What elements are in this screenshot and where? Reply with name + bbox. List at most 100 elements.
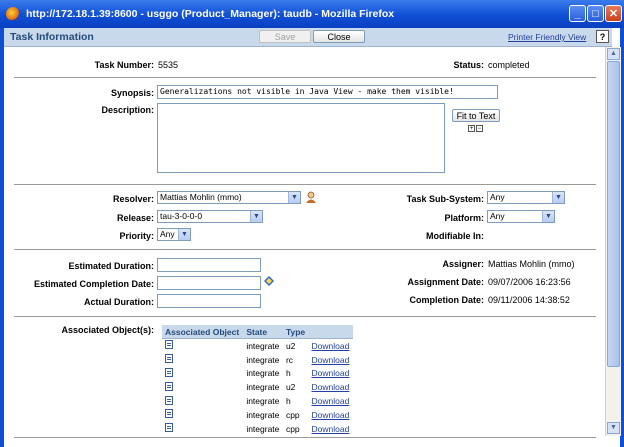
associated-objects-label: Associated Object(s): — [61, 325, 154, 335]
state-cell: integrate — [246, 423, 280, 434]
expand-icon[interactable]: + — [468, 125, 475, 132]
divider — [14, 437, 596, 438]
download-link[interactable]: Download — [312, 424, 350, 434]
type-cell: cpp — [285, 409, 300, 420]
completion-date-value: 09/11/2006 14:38:52 — [488, 295, 570, 305]
resolver-value: Mattias Mohlin (mmo) — [160, 192, 242, 202]
column-header — [308, 325, 353, 339]
fit-to-text-button[interactable]: Fit to Text — [452, 109, 500, 122]
assignment-date-label: Assignment Date: — [407, 277, 484, 287]
download-link[interactable]: Download — [312, 368, 350, 378]
task-header: Task Information Save Close Printer Frie… — [4, 28, 612, 47]
platform-select[interactable]: Any ▼ — [487, 210, 555, 223]
synopsis-input[interactable]: Generalizations not visible in Java View… — [157, 85, 498, 99]
release-value: tau-3-0-0-0 — [160, 211, 203, 221]
download-link[interactable]: Download — [312, 382, 350, 392]
download-link[interactable]: Download — [312, 410, 350, 420]
chevron-down-icon: ▼ — [288, 192, 300, 203]
table-row: integrate u2 Download — [162, 380, 353, 394]
calendar-icon[interactable] — [264, 276, 274, 286]
close-window-button[interactable]: ✕ — [605, 5, 622, 22]
save-button[interactable]: Save — [259, 30, 311, 43]
firefox-icon — [6, 7, 20, 21]
type-cell: u2 — [285, 382, 296, 393]
document-icon[interactable] — [165, 395, 173, 405]
state-cell: integrate — [246, 354, 280, 365]
chevron-down-icon: ▼ — [250, 211, 262, 222]
chevron-down-icon: ▼ — [542, 211, 554, 222]
table-row: integrate cpp Download — [162, 408, 353, 422]
scrollbar-thumb[interactable] — [607, 61, 620, 367]
maximize-button[interactable]: □ — [587, 5, 604, 22]
subsystem-select[interactable]: Any ▼ — [487, 191, 565, 204]
assigner-label: Assigner: — [442, 259, 484, 269]
document-icon[interactable] — [165, 409, 173, 419]
estimated-duration-label: Estimated Duration: — [68, 261, 154, 271]
column-header: Associated Object — [162, 325, 244, 339]
task-number-label: Task Number: — [94, 60, 154, 70]
column-header: Type — [282, 325, 309, 339]
description-label: Description: — [101, 105, 154, 115]
type-cell: h — [285, 368, 291, 379]
collapse-icon[interactable]: − — [476, 125, 483, 132]
completion-date-label: Completion Date: — [409, 295, 484, 305]
estimated-completion-input[interactable] — [157, 276, 261, 290]
download-link[interactable]: Download — [312, 341, 350, 351]
platform-value: Any — [490, 211, 505, 221]
table-row: integrate h Download — [162, 367, 353, 381]
description-textarea[interactable] — [157, 103, 445, 173]
document-icon[interactable] — [165, 381, 173, 391]
estimated-completion-label: Estimated Completion Date: — [33, 279, 154, 289]
task-form: Task Number: 5535 Status: completed Syno… — [4, 47, 605, 447]
subsystem-value: Any — [490, 192, 505, 202]
close-button[interactable]: Close — [313, 30, 365, 43]
window-title: http://172.18.1.39:8600 - usggo (Product… — [26, 8, 395, 20]
download-link[interactable]: Download — [312, 396, 350, 406]
synopsis-label: Synopsis: — [110, 88, 154, 98]
table-row: integrate cpp Download — [162, 422, 353, 436]
resolver-select[interactable]: Mattias Mohlin (mmo) ▼ — [157, 191, 301, 204]
chevron-down-icon: ▼ — [552, 192, 564, 203]
chevron-down-icon: ▼ — [178, 229, 190, 240]
type-cell: h — [285, 396, 291, 407]
estimated-duration-input[interactable] — [157, 258, 261, 272]
divider — [14, 184, 596, 185]
state-cell: integrate — [246, 382, 280, 393]
state-cell: integrate — [246, 396, 280, 407]
window-title-bar: http://172.18.1.39:8600 - usggo (Product… — [0, 0, 624, 28]
page-title: Task Information — [10, 31, 94, 43]
actual-duration-input[interactable] — [157, 294, 261, 308]
document-icon[interactable] — [165, 423, 173, 433]
actual-duration-label: Actual Duration: — [83, 297, 154, 307]
modifiable-in-label: Modifiable In: — [426, 231, 484, 241]
download-link[interactable]: Download — [312, 355, 350, 365]
status-label: Status: — [453, 60, 484, 70]
state-cell: integrate — [246, 340, 280, 351]
divider — [14, 316, 596, 317]
printer-friendly-link[interactable]: Printer Friendly View — [508, 32, 586, 42]
priority-value: Any — [160, 229, 175, 239]
scroll-down-arrow-icon[interactable]: ▼ — [607, 422, 620, 434]
document-icon[interactable] — [165, 367, 173, 377]
table-row: integrate u2 Download — [162, 339, 353, 353]
vertical-scrollbar[interactable]: ▲ ▼ — [605, 47, 621, 436]
table-row: integrate rc Download — [162, 353, 353, 367]
type-cell: cpp — [285, 423, 300, 434]
scroll-up-arrow-icon[interactable]: ▲ — [607, 48, 620, 60]
priority-label: Priority: — [119, 231, 154, 241]
divider — [14, 249, 596, 250]
divider — [14, 77, 596, 78]
priority-select[interactable]: Any ▼ — [157, 228, 191, 241]
release-select[interactable]: tau-3-0-0-0 ▼ — [157, 210, 263, 223]
type-cell: rc — [285, 354, 294, 365]
help-button[interactable]: ? — [596, 30, 609, 43]
subsystem-label: Task Sub-System: — [406, 194, 484, 204]
state-cell: integrate — [246, 409, 280, 420]
associated-objects-table: Associated Object State Type integrate u… — [162, 325, 353, 436]
document-icon[interactable] — [165, 340, 173, 350]
table-row: integrate h Download — [162, 394, 353, 408]
document-icon[interactable] — [165, 354, 173, 364]
person-lookup-icon[interactable] — [305, 191, 317, 203]
assignment-date-value: 09/07/2006 16:23:56 — [488, 277, 571, 287]
minimize-button[interactable]: _ — [569, 5, 586, 22]
